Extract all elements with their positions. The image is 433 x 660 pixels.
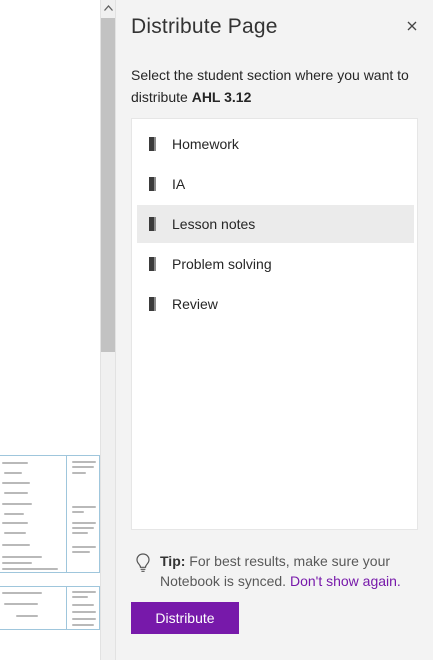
magnitude-example-table <box>0 586 100 630</box>
section-tab-icon <box>149 297 163 311</box>
section-item-ia[interactable]: IA <box>137 165 414 203</box>
tip-lead: Tip: <box>160 553 186 569</box>
distribute-button[interactable]: Distribute <box>131 602 239 634</box>
lightbulb-icon <box>136 553 150 578</box>
worked-example-table <box>0 455 100 573</box>
page-preview <box>0 0 100 660</box>
close-button[interactable] <box>403 17 421 35</box>
distribute-page-panel: Distribute Page Select the student secti… <box>116 0 433 660</box>
tip-text: Tip: For best results, make sure your No… <box>160 551 422 591</box>
section-item-lesson-notes[interactable]: Lesson notes <box>137 205 414 243</box>
section-tab-icon <box>149 217 163 231</box>
section-label: Homework <box>172 136 239 152</box>
instruction-prefix: Select the student section where you wan… <box>131 67 409 105</box>
section-list: Homework IA Lesson notes Problem solving <box>131 118 418 530</box>
instruction-text: Select the student section where you wan… <box>131 64 411 108</box>
panel-title: Distribute Page <box>131 15 278 38</box>
page-name: AHL 3.12 <box>191 89 252 105</box>
scroll-up-arrow-icon[interactable] <box>101 0 115 16</box>
section-item-homework[interactable]: Homework <box>137 125 414 163</box>
scrollbar-thumb[interactable] <box>101 18 115 352</box>
section-item-review[interactable]: Review <box>137 285 414 323</box>
section-label: Review <box>172 296 218 312</box>
section-item-problem-solving[interactable]: Problem solving <box>137 245 414 283</box>
page-scrollbar[interactable] <box>100 0 116 660</box>
section-label: IA <box>172 176 186 192</box>
section-tab-icon <box>149 177 163 191</box>
section-tab-icon <box>149 257 163 271</box>
section-label: Lesson notes <box>172 216 256 232</box>
section-label: Problem solving <box>172 256 272 272</box>
distribute-page-window: Distribute Page Select the student secti… <box>0 0 433 660</box>
close-icon[interactable] <box>407 21 417 31</box>
dont-show-again-link[interactable]: Don't show again. <box>290 573 401 589</box>
section-tab-icon <box>149 137 163 151</box>
